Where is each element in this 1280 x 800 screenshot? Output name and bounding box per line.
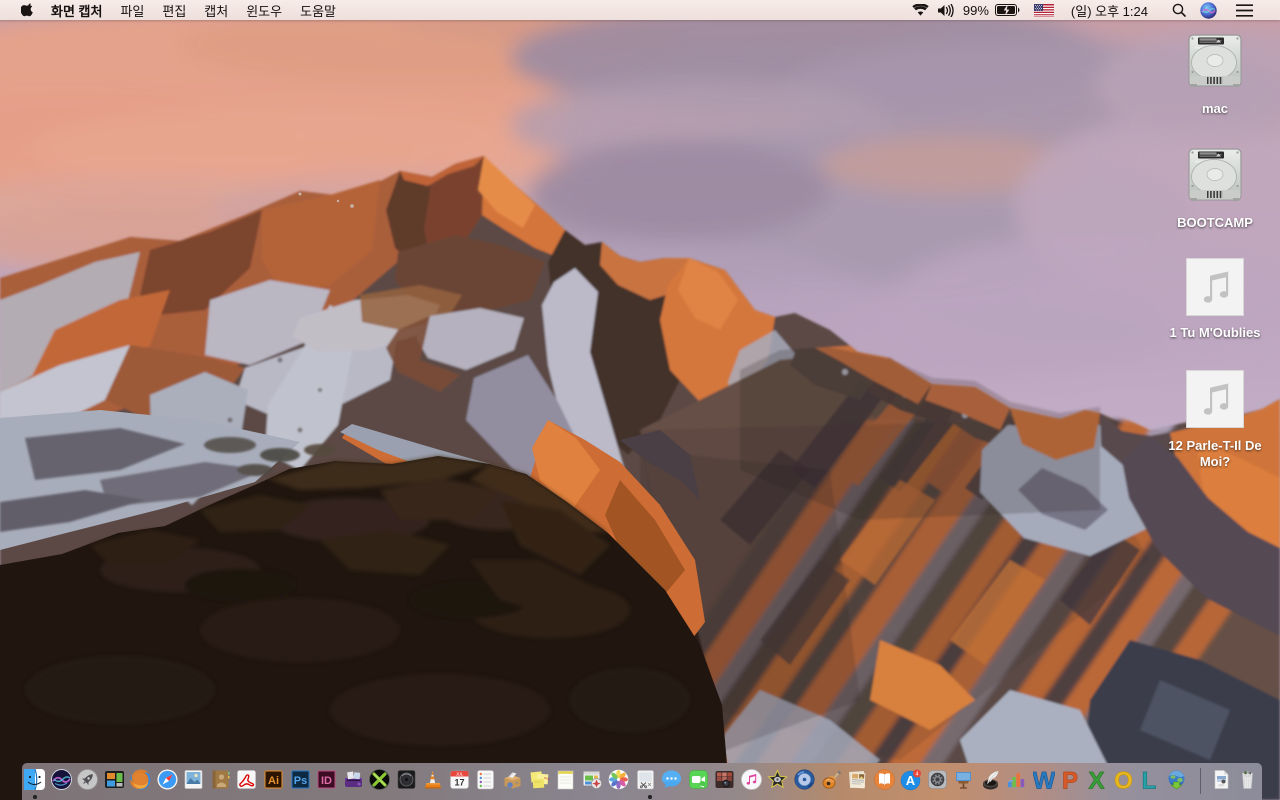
- svg-text:17: 17: [454, 778, 464, 788]
- svg-text:JUL: JUL: [456, 772, 464, 777]
- svg-text:L: L: [1142, 769, 1157, 791]
- svg-text:RTF: RTF: [1219, 784, 1225, 788]
- svg-text:Plan: Plan: [543, 776, 550, 780]
- svg-text:O: O: [1114, 769, 1133, 791]
- svg-text:Ps: Ps: [293, 775, 306, 787]
- svg-text:P: P: [1061, 769, 1077, 791]
- svg-text:X: X: [1088, 769, 1104, 791]
- svg-text:4: 4: [916, 771, 919, 777]
- svg-text:Ai: Ai: [268, 775, 279, 787]
- svg-text:ID: ID: [321, 775, 332, 787]
- svg-text:W: W: [1033, 769, 1055, 791]
